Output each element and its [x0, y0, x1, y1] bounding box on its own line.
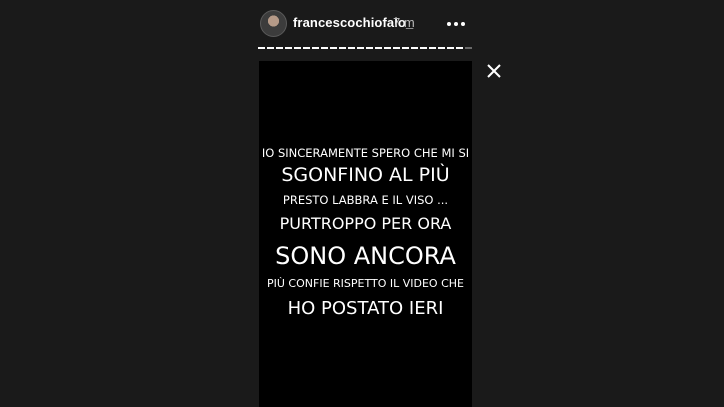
story-line-2: SGONFINO AL PIÙ [281, 164, 450, 187]
progress-segment [294, 47, 301, 49]
timestamp: 7 m [393, 15, 415, 30]
progress-segment [330, 47, 337, 49]
progress-segment [384, 47, 391, 49]
progress-segment [258, 47, 265, 49]
progress-segment [285, 47, 292, 49]
story-line-3: PRESTO LABBRA E IL VISO ... [282, 193, 449, 208]
progress-segment [438, 47, 445, 49]
progress-segment [339, 47, 346, 49]
progress-segment [312, 47, 319, 49]
story-text: IO SINCERAMENTE SPERO CHE MI SI SGONFINO… [259, 146, 472, 321]
progress-segment [420, 47, 427, 49]
story-line-1: IO SINCERAMENTE SPERO CHE MI SI [261, 146, 470, 160]
story-line-5: SONO ANCORA [275, 241, 456, 270]
progress-segment [267, 47, 274, 49]
story-progress-bar [258, 47, 472, 50]
progress-segment [456, 47, 463, 49]
story-line-4: PURTROPPO PER ORA [279, 213, 452, 233]
close-icon [487, 64, 501, 78]
progress-segment [375, 47, 382, 49]
story-content[interactable]: IO SINCERAMENTE SPERO CHE MI SI SGONFINO… [259, 61, 472, 407]
progress-segment [366, 47, 373, 49]
more-options-icon [447, 22, 465, 26]
progress-segment [348, 47, 355, 49]
progress-segment [447, 47, 454, 49]
progress-segment [402, 47, 409, 49]
progress-segment [393, 47, 400, 49]
more-options-button[interactable] [443, 13, 469, 35]
progress-segment [303, 47, 310, 49]
story-line-7: HO POSTATO IERI [287, 298, 444, 320]
close-button[interactable] [485, 62, 503, 80]
progress-segment [465, 47, 472, 49]
progress-segment [276, 47, 283, 49]
story-line-6: PIÙ CONFIE RISPETTO IL VIDEO CHE [267, 276, 464, 290]
story-header: francescochiofalo_ 7 m [258, 8, 473, 38]
progress-segment [411, 47, 418, 49]
progress-segment [321, 47, 328, 49]
progress-segment [357, 47, 364, 49]
progress-segment [429, 47, 436, 49]
avatar-icon[interactable] [260, 10, 287, 37]
